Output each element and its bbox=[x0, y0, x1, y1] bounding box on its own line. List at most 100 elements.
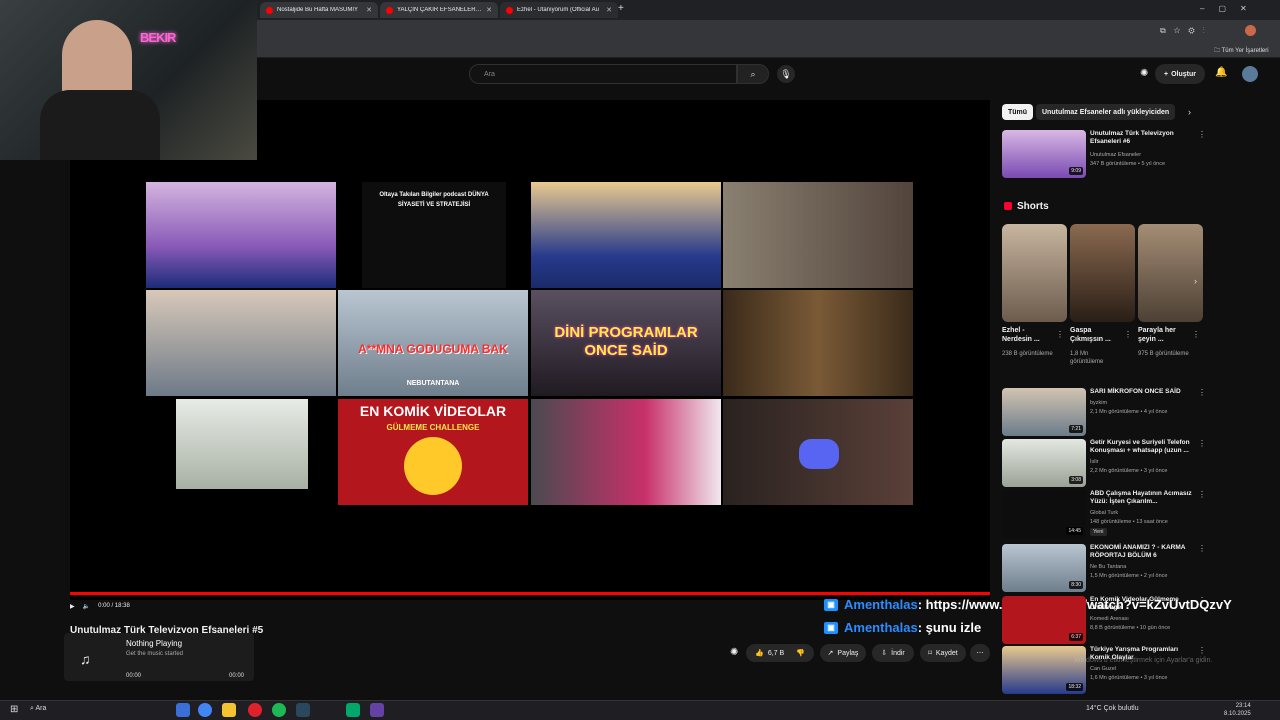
thumb-down-icon[interactable]: 👎 bbox=[796, 649, 805, 657]
related-video[interactable]: 6:37 En Komik Videolar Gülmeme Challenge… bbox=[1002, 596, 1206, 644]
close-icon[interactable]: ✕ bbox=[366, 6, 372, 14]
more-vert-icon[interactable]: ⋮ bbox=[1124, 330, 1132, 339]
like-count: 6,7 B bbox=[767, 649, 785, 657]
more-vert-icon[interactable]: ⋮ bbox=[1198, 490, 1206, 499]
related-video[interactable]: 3:08 Getir Kuryesi ve Suriyeli Telefon K… bbox=[1002, 439, 1206, 487]
volume-icon[interactable]: 🔈 bbox=[83, 603, 90, 610]
steam-icon[interactable] bbox=[296, 703, 310, 717]
chrome-icon[interactable] bbox=[198, 703, 212, 717]
more-vert-icon[interactable]: ⋮ bbox=[1198, 439, 1206, 448]
player-controls[interactable]: ▶ 🔈 0:00 / 18:38 bbox=[70, 598, 270, 614]
activation-watermark: Windows'u etkinleştirmek için Ayarlar'a … bbox=[1074, 657, 1213, 664]
search-button[interactable]: ⌕ bbox=[737, 64, 769, 84]
new-tab-button[interactable]: + bbox=[618, 3, 624, 14]
duration-badge: 6:37 bbox=[1069, 633, 1083, 641]
opera-icon[interactable] bbox=[248, 703, 262, 717]
short-title[interactable]: Parayla her şeyin ... bbox=[1138, 326, 1190, 344]
more-vert-icon[interactable]: ⋮ bbox=[1056, 330, 1064, 339]
short-thumbnail[interactable] bbox=[1070, 224, 1135, 322]
more-vert-icon[interactable]: ⋮ bbox=[1198, 646, 1206, 655]
video-thumbnail: 14:45 bbox=[1002, 490, 1086, 538]
create-button[interactable]: + Oluştur bbox=[1155, 64, 1205, 84]
more-vert-icon[interactable]: ⋮ bbox=[1192, 330, 1200, 339]
short-thumbnail[interactable] bbox=[1138, 224, 1203, 322]
video-meta: 1,6 Mn görüntüleme • 3 yıl önce bbox=[1090, 675, 1168, 681]
video-player[interactable]: Oltaya Takılan Bilgiler podcast DÜNYA Sİ… bbox=[70, 100, 990, 600]
short-thumbnail[interactable] bbox=[1002, 224, 1067, 322]
chevron-right-icon[interactable]: › bbox=[1194, 276, 1197, 286]
video-meta: 2,1 Mn görüntüleme • 4 yıl önce bbox=[1090, 409, 1168, 415]
related-video[interactable]: 9:09 Unutulmaz Türk Televizyon Efsaneler… bbox=[1002, 130, 1206, 178]
short-title[interactable]: Ezhel - Nerdesin ... bbox=[1002, 326, 1054, 344]
more-vert-icon[interactable]: ⋮ bbox=[1198, 130, 1206, 139]
plus-icon: + bbox=[1164, 70, 1169, 78]
grid-thumb: Oltaya Takılan Bilgiler podcast DÜNYA Sİ… bbox=[362, 182, 506, 288]
more-vert-icon[interactable]: ⋮ bbox=[1198, 596, 1206, 605]
mic-button[interactable]: 🎙 bbox=[777, 65, 795, 83]
ai-sparkle-icon[interactable]: ✺ bbox=[730, 647, 738, 658]
more-vert-icon[interactable]: ⋮ bbox=[1198, 388, 1206, 397]
chip-uploader[interactable]: Unutulmaz Efsaneler adlı yükleyiciden bbox=[1036, 104, 1176, 120]
weather-widget[interactable]: 14°C Çok bulutlu bbox=[1086, 705, 1139, 712]
browser-tab[interactable]: YALÇIN ÇAKIR EFSANELERİ - Yo ✕ bbox=[380, 2, 498, 18]
now-playing-duration: 00:00 bbox=[229, 673, 245, 679]
now-playing-subtitle: Get the music started bbox=[126, 651, 184, 657]
thumb-caption: A**MNA GODUGUMA BAK bbox=[358, 342, 508, 356]
chat-message: ▣ Amenthalas: şunu izle bbox=[824, 620, 981, 635]
chevron-right-icon[interactable]: › bbox=[1188, 107, 1191, 117]
grid-thumb bbox=[531, 182, 721, 288]
window-controls[interactable]: –▢✕ bbox=[1200, 4, 1261, 13]
browser-tab[interactable]: Nostaljide Bu Hafta MASUMİY ✕ bbox=[260, 2, 378, 18]
profile-avatar[interactable] bbox=[1245, 25, 1256, 36]
thumb-up-icon: 👍 bbox=[755, 650, 764, 657]
related-video[interactable]: 7:21 SARI MİKROFON ONCE SAİD byzkim 2,1 … bbox=[1002, 388, 1206, 436]
video-meta: 2,2 Mn görüntüleme • 3 yıl önce bbox=[1090, 468, 1168, 474]
download-button[interactable]: ⇩ İndir bbox=[872, 644, 914, 662]
spotify-icon[interactable] bbox=[272, 703, 286, 717]
taskbar-search-label: Ara bbox=[35, 705, 47, 712]
user-avatar[interactable] bbox=[1242, 66, 1258, 82]
bell-icon[interactable]: 🔔 bbox=[1215, 67, 1227, 78]
video-thumbnail: 7:21 bbox=[1002, 388, 1086, 436]
search-icon: ⌕ bbox=[750, 68, 756, 79]
folder-icon[interactable] bbox=[222, 703, 236, 717]
more-button[interactable]: ⋯ bbox=[970, 644, 990, 662]
taskbar-search[interactable]: ⌕ Ara bbox=[30, 705, 46, 713]
browser-tab[interactable]: Ezhel - Utanıyorum (Official Au ✕ bbox=[500, 2, 618, 18]
channel-name: Komedi Arenası bbox=[1090, 616, 1129, 622]
now-playing-time: 00:00 bbox=[126, 673, 142, 679]
video-title: EKONOMİ ANAMIZI ? - KARMA RÖPORTAJ BÖLÜM… bbox=[1090, 544, 1186, 559]
progress-bar[interactable] bbox=[70, 592, 990, 595]
clock[interactable]: 23:14 8.10.2025 bbox=[1224, 702, 1251, 718]
related-video[interactable]: 8:30 EKONOMİ ANAMIZI ? - KARMA RÖPORTAJ … bbox=[1002, 544, 1206, 592]
windows-start-icon[interactable]: ⊞ bbox=[10, 704, 18, 715]
short-views: 975 B görüntüleme bbox=[1138, 351, 1189, 357]
save-button[interactable]: ⌑ Kaydet bbox=[920, 644, 966, 662]
close-icon[interactable]: ✕ bbox=[486, 6, 492, 14]
toolbar-icons[interactable]: ⧉☆⚙⋮ bbox=[1160, 26, 1213, 36]
related-video[interactable]: 18:32 Türkiye Yarışma Programları Komik … bbox=[1002, 646, 1206, 694]
play-icon[interactable]: ▶ bbox=[70, 603, 75, 610]
channel-name: İslir bbox=[1090, 459, 1099, 465]
download-label: İndir bbox=[891, 649, 905, 657]
windows-taskbar: ⊞ ⌕ Ara 14°C Çok bulutlu 23:14 8.10.2025 bbox=[0, 700, 1280, 720]
app-icon[interactable] bbox=[346, 703, 360, 717]
share-label: Paylaş bbox=[837, 649, 859, 657]
duration-badge: 14:45 bbox=[1066, 527, 1083, 535]
more-vert-icon[interactable]: ⋮ bbox=[1198, 544, 1206, 553]
all-bookmarks[interactable]: 🗀 Tüm Yer İşaretleri bbox=[1214, 46, 1269, 56]
twitch-icon[interactable] bbox=[370, 703, 384, 717]
short-views: 238 B görüntüleme bbox=[1002, 351, 1053, 357]
chip-all[interactable]: Tümü bbox=[1002, 104, 1034, 120]
close-icon[interactable]: ✕ bbox=[606, 6, 612, 14]
share-button[interactable]: ↗ Paylaş bbox=[820, 644, 866, 662]
chat-user: Amenthalas bbox=[844, 597, 918, 612]
like-button[interactable]: 👍 6,7 B 👎 bbox=[746, 644, 814, 662]
task-view-icon[interactable] bbox=[176, 703, 190, 717]
related-video[interactable]: 14:45 ABD Çalışma Hayatının Acımasız Yüz… bbox=[1002, 490, 1206, 538]
search-input[interactable]: Ara bbox=[469, 64, 737, 84]
short-title[interactable]: Gaspa Çıkmışsın ... bbox=[1070, 326, 1122, 344]
ai-sparkle-icon[interactable]: ✺ bbox=[1140, 68, 1148, 79]
time-display: 0:00 / 18:38 bbox=[98, 603, 130, 609]
download-icon: ⇩ bbox=[881, 650, 888, 657]
